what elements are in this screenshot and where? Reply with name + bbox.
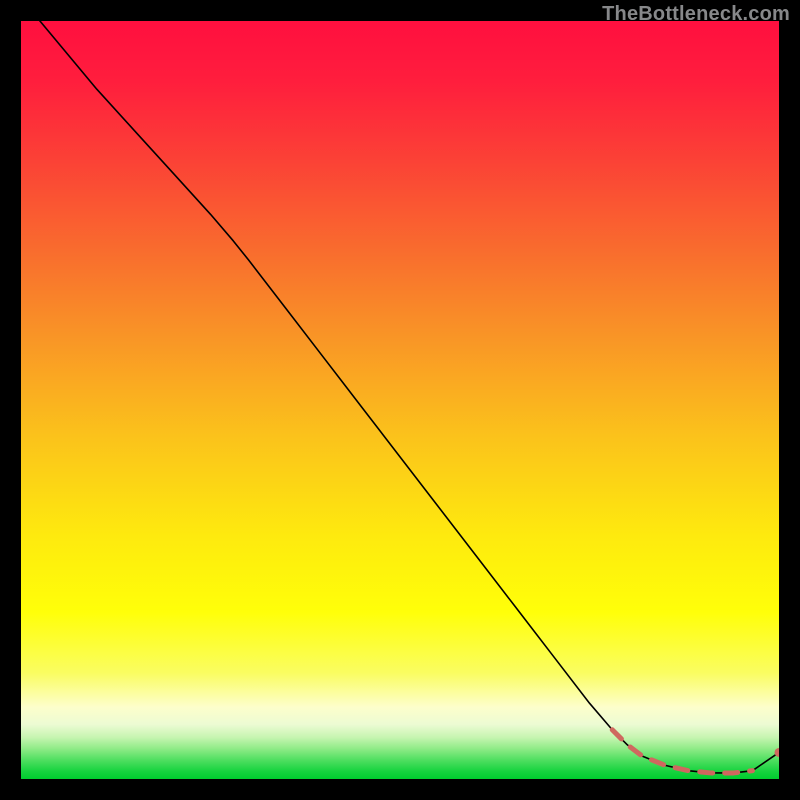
main-curve: [21, 21, 779, 773]
chart-lines: [21, 21, 779, 779]
dashed-tail: [612, 730, 752, 773]
chart-frame: TheBottleneck.com: [0, 0, 800, 800]
plot-area: [21, 21, 779, 779]
watermark-text: TheBottleneck.com: [602, 3, 790, 26]
